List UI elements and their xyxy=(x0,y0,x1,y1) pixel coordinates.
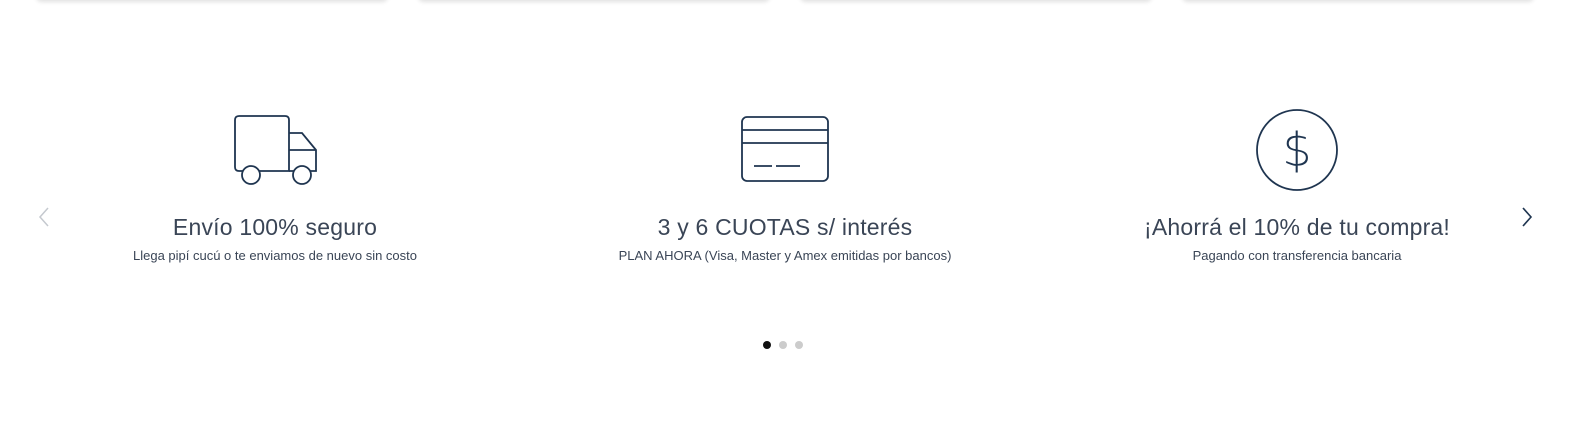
slider-next-button[interactable] xyxy=(1515,203,1539,231)
pagination-dot-3[interactable] xyxy=(795,341,803,349)
pagination-dot-1[interactable] xyxy=(763,341,771,349)
feature-subtitle: Llega pipí cucú o te enviamos de nuevo s… xyxy=(132,248,417,263)
slider-pagination xyxy=(763,341,803,349)
credit-card-icon xyxy=(525,110,1045,190)
benefits-slider: Envío 100% seguro Llega pipí cucú o te e… xyxy=(0,0,1585,423)
dollar-coin-icon: $ xyxy=(1037,109,1557,191)
pagination-dot-2[interactable] xyxy=(779,341,787,349)
feature-title: 3 y 6 CUOTAS s/ interés xyxy=(657,214,913,240)
feature-item-discount: $ ¡Ahorrá el 10% de tu compra! Pagando c… xyxy=(1037,109,1557,265)
feature-item-installments: 3 y 6 CUOTAS s/ interés PLAN AHORA (Visa… xyxy=(525,110,1045,265)
feature-title: Envío 100% seguro xyxy=(172,214,378,240)
truck-icon xyxy=(15,110,535,190)
svg-text:$: $ xyxy=(1282,123,1311,177)
feature-item-shipping: Envío 100% seguro Llega pipí cucú o te e… xyxy=(15,110,535,265)
chevron-right-icon xyxy=(1522,207,1533,227)
feature-subtitle: PLAN AHORA (Visa, Master y Amex emitidas… xyxy=(618,248,952,263)
feature-title: ¡Ahorrá el 10% de tu compra! xyxy=(1143,214,1451,240)
feature-subtitle: Pagando con transferencia bancaria xyxy=(1192,248,1402,263)
